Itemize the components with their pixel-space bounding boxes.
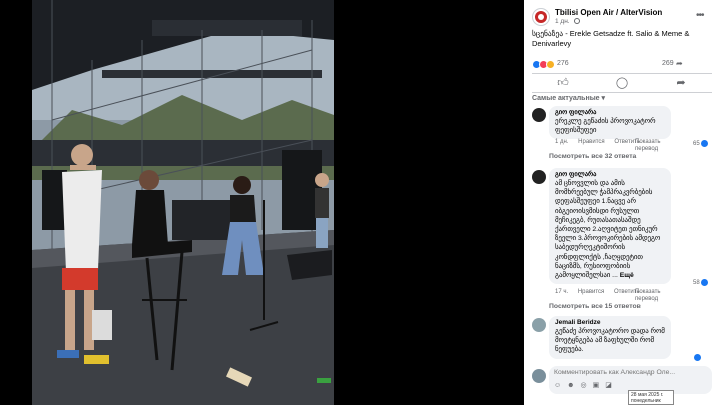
comment-item: გიო ფილარა ამ ცნოვვლის და ამის მომხრეებუ… bbox=[532, 168, 712, 313]
reactions-count: 276 bbox=[557, 60, 569, 67]
comment-reactions[interactable]: 58 bbox=[693, 279, 708, 286]
avatar-sticker-icon[interactable]: ☺ bbox=[554, 382, 567, 389]
comment-text: ერეკლე გეწაძის პროვოკატორ ფეფისშუფეი bbox=[555, 118, 656, 135]
view-replies-link[interactable]: Посмотреть все 32 ответа bbox=[549, 153, 636, 160]
comment-sort-dropdown[interactable]: Самые актуальные ▾ bbox=[532, 94, 605, 102]
share-count-icon: ➦ bbox=[676, 59, 683, 68]
sticker-icon[interactable]: ◪ bbox=[605, 382, 618, 389]
like-reaction-icon bbox=[700, 279, 708, 286]
comment-author[interactable]: გიო ფილარა bbox=[555, 171, 665, 179]
comment-like-button[interactable]: Нравится bbox=[578, 139, 604, 145]
more-icon[interactable]: ••• bbox=[696, 10, 704, 21]
photo-viewer bbox=[0, 0, 524, 405]
chevron-down-icon: ▾ bbox=[601, 95, 606, 102]
comment-reactions[interactable]: 65 bbox=[693, 140, 708, 147]
comment-bubble: გიო ფილარა ამ ცნოვვლის და ამის მომხრეებუ… bbox=[549, 168, 671, 285]
comment-tools: ☺☻◎▣◪ bbox=[554, 381, 618, 389]
write-comment-box: ☺☻◎▣◪ bbox=[532, 366, 712, 398]
share-icon[interactable]: ➦ bbox=[674, 76, 688, 90]
comment-translate-link[interactable]: Показать перевод bbox=[635, 289, 685, 303]
post-side-panel: Tbilisi Open Air / AlterVision 1 дн. •••… bbox=[524, 0, 720, 405]
comment-input[interactable] bbox=[554, 369, 706, 376]
comment-text: ამ ცნოვვლის და ამის მომხრეებულ ჭამპრაკვრ… bbox=[555, 179, 665, 280]
like-reaction-icon bbox=[694, 354, 701, 361]
comment-item: Jemali Beridze გეწაძე პროვოკატორო დადა რ… bbox=[532, 316, 712, 362]
comment-time[interactable]: 17 ч. bbox=[555, 289, 568, 295]
commenter-avatar[interactable] bbox=[532, 108, 546, 122]
post-caption: სცენაზეა - Erekle Getsadze ft. Salio & M… bbox=[532, 29, 690, 48]
post-header: Tbilisi Open Air / AlterVision 1 дн. ••• bbox=[524, 0, 720, 30]
comment-item: გიო ფილარა ერეკლე გეწაძის პროვოკატორ ფეფ… bbox=[532, 106, 712, 166]
globe-icon bbox=[574, 18, 580, 24]
commenter-avatar[interactable] bbox=[532, 170, 546, 184]
commenter-avatar[interactable] bbox=[532, 318, 546, 332]
shares-count-value: 269 bbox=[662, 60, 674, 67]
date-tooltip: 28 мая 2025 г. понедельник bbox=[628, 390, 674, 405]
comment-meta: 17 ч. Нравится Ответить bbox=[555, 289, 648, 295]
comment-text: გეწაძე პროვოკატორო დადა რომ მოეტყნგება ა… bbox=[555, 328, 665, 354]
comment-like-button[interactable]: Нравится bbox=[578, 289, 604, 295]
shares-count[interactable]: 269 ➦ bbox=[662, 59, 683, 68]
comment-reactions-count: 65 bbox=[693, 141, 700, 148]
post-timestamp[interactable]: 1 дн. bbox=[555, 18, 570, 25]
comment-translate-link[interactable]: Показать перевод bbox=[635, 139, 685, 153]
like-reaction-icon bbox=[700, 140, 708, 147]
care-reaction-icon bbox=[546, 60, 555, 69]
comment-icon[interactable]: ◯ bbox=[615, 76, 629, 90]
comment-time[interactable]: 1 дн. bbox=[555, 139, 569, 145]
comment-text-body: ამ ცნოვვლის და ამის მომხრეებულ ჭამპრაკვრ… bbox=[555, 180, 661, 280]
divider bbox=[532, 92, 712, 93]
view-replies-link[interactable]: Посмотреть все 15 ответов bbox=[549, 303, 641, 310]
sort-label: Самые актуальные bbox=[532, 95, 600, 102]
current-user-avatar[interactable] bbox=[532, 369, 546, 383]
emoji-icon[interactable]: ☻ bbox=[567, 382, 580, 389]
page-avatar[interactable] bbox=[532, 8, 550, 26]
comment-reactions[interactable] bbox=[693, 354, 701, 361]
comment-bubble: Jemali Beridze გეწაძე პროვოკატორო დადა რ… bbox=[549, 316, 671, 359]
post-actions: 👍︎ ◯ ➦ bbox=[532, 74, 712, 92]
comment-reactions-count: 58 bbox=[693, 280, 700, 287]
see-more-link[interactable]: Ещё bbox=[620, 272, 634, 279]
camera-icon[interactable]: ◎ bbox=[581, 382, 593, 389]
like-icon[interactable]: 👍︎ bbox=[556, 76, 570, 90]
page-name-link[interactable]: Tbilisi Open Air / AlterVision bbox=[555, 8, 662, 17]
post-photo[interactable] bbox=[32, 0, 334, 405]
concert-stage-image bbox=[32, 0, 334, 405]
comment-author[interactable]: Jemali Beridze bbox=[555, 319, 665, 327]
comment-bubble: გიო ფილარა ერეკლე გეწაძის პროვოკატორ ფეფ… bbox=[549, 106, 671, 140]
comment-author[interactable]: გიო ფილარა bbox=[555, 109, 665, 117]
gif-icon[interactable]: ▣ bbox=[593, 382, 606, 389]
